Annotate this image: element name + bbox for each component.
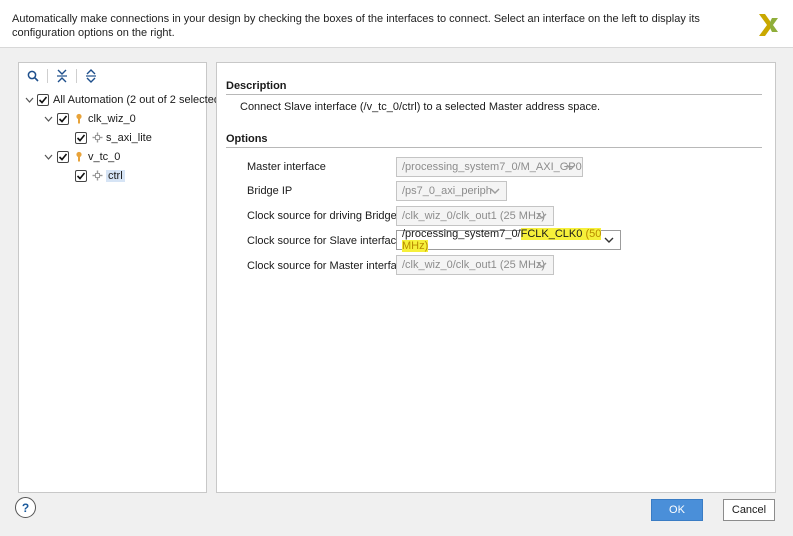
tree-row-clk-wiz[interactable]: clk_wiz_0 [19,109,206,128]
clock-master-value: /clk_wiz_0/clk_out1 (25 MHz) [402,259,546,271]
master-interface-label: Master interface [247,161,326,173]
clock-slave-label: Clock source for Slave interface [247,235,403,247]
configuration-panel: Description Connect Slave interface (/v_… [216,62,776,493]
description-title: Description [226,80,287,92]
instructions-banner: Automatically make connections in your d… [0,0,793,48]
tree-row-s-axi-lite[interactable]: s_axi_lite [19,128,206,147]
tree-toolbar [19,63,206,89]
ip-block-icon [73,113,85,125]
expand-all-icon[interactable] [83,68,99,84]
tree-node-label: s_axi_lite [106,131,152,144]
ok-button[interactable]: OK [651,499,703,521]
chevron-down-icon [535,210,549,222]
clock-bridge-label: Clock source for driving Bridge IP [247,210,411,222]
chevron-down-icon [535,259,549,271]
help-button[interactable]: ? [15,497,36,518]
collapse-all-icon[interactable] [54,68,70,84]
clock-master-select[interactable]: /clk_wiz_0/clk_out1 (25 MHz) [396,255,554,275]
chevron-down-icon [488,185,502,197]
ip-block-icon [73,151,85,163]
xilinx-logo-icon [756,12,782,38]
tree-row-v-tc[interactable]: v_tc_0 [19,147,206,166]
bridge-ip-label: Bridge IP [247,185,293,197]
bridge-ip-select[interactable]: /ps7_0_axi_periph [396,181,507,201]
interface-pin-icon [91,132,103,144]
instructions-text: Automatically make connections in your d… [12,13,700,39]
toolbar-separator [76,69,77,83]
chevron-down-icon[interactable] [42,113,54,125]
clock-slave-clock-name: FCLK_CLK0 [520,228,583,240]
clock-slave-select[interactable]: /processing_system7_0/FCLK_CLK0 (50 MHz) [396,228,621,252]
toolbar-separator [47,69,48,83]
ctrl-checkbox[interactable] [75,169,87,182]
clock-slave-value-prefix: /processing_system7_0/ [402,228,521,240]
interface-tree-panel: All Automation (2 out of 2 selected) clk… [18,62,224,493]
interface-pin-icon [91,170,103,182]
description-text: Connect Slave interface (/v_tc_0/ctrl) t… [240,101,601,113]
bridge-ip-value: /ps7_0_axi_periph [402,185,492,197]
automation-tree: All Automation (2 out of 2 selected) clk… [19,90,224,185]
v-tc-checkbox[interactable] [57,150,69,163]
clock-bridge-select[interactable]: /clk_wiz_0/clk_out1 (25 MHz) [396,206,554,226]
clock-master-label: Clock source for Master interface [247,260,409,272]
chevron-down-icon [564,161,578,173]
tree-row-root[interactable]: All Automation (2 out of 2 selected) [19,90,224,109]
section-divider [226,147,762,148]
master-interface-select[interactable]: /processing_system7_0/M_AXI_GP0 [396,157,583,177]
tree-row-ctrl[interactable]: ctrl [19,166,206,185]
s-axi-lite-checkbox[interactable] [75,131,87,144]
tree-node-label: clk_wiz_0 [88,112,136,125]
section-divider [226,94,762,95]
chevron-down-icon[interactable] [25,94,34,106]
clock-bridge-value: /clk_wiz_0/clk_out1 (25 MHz) [402,210,546,222]
clock-slave-value: /processing_system7_0/FCLK_CLK0 (50 MHz) [402,228,620,252]
chevron-down-icon[interactable] [42,151,54,163]
master-interface-value: /processing_system7_0/M_AXI_GP0 [402,161,582,173]
chevron-down-icon [602,234,616,246]
cancel-button[interactable]: Cancel [723,499,775,521]
tree-root-checkbox[interactable] [37,93,49,106]
tree-node-label: v_tc_0 [88,150,121,163]
search-icon[interactable] [25,68,41,84]
clk-wiz-checkbox[interactable] [57,112,69,125]
tree-node-label-selected: ctrl [106,169,125,182]
options-title: Options [226,133,268,145]
tree-root-label: All Automation (2 out of 2 selected) [53,93,224,106]
